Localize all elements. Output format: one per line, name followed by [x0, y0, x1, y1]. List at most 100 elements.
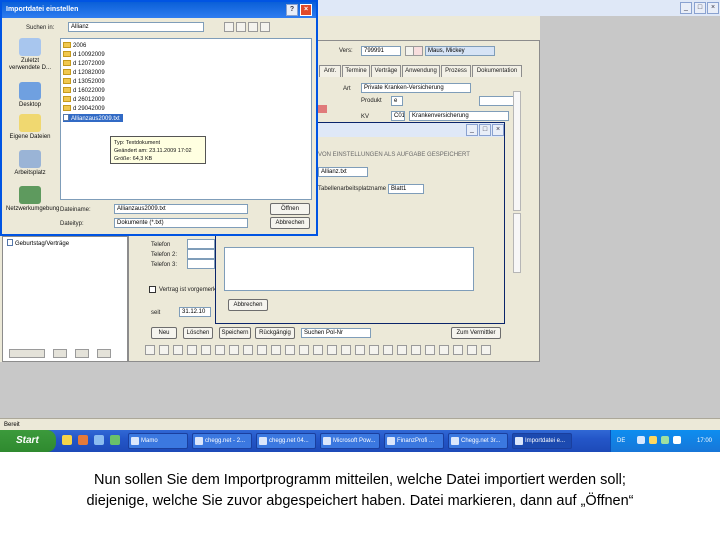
nav-icon[interactable]: [159, 345, 169, 355]
inner-abbrechen-button[interactable]: Abbrechen: [228, 299, 268, 311]
back-icon[interactable]: [224, 22, 234, 32]
quicklaunch-icon[interactable]: [62, 435, 72, 445]
tab-anwendung[interactable]: Anwendung: [402, 65, 440, 77]
nav-icon[interactable]: [383, 345, 393, 355]
file-list[interactable]: 2006 d 10092009 d 12072009 d 12082009 d …: [60, 38, 312, 200]
suchen-field[interactable]: Suchen Pol-Nr: [301, 328, 371, 338]
tray-icon[interactable]: [637, 436, 645, 444]
list-item-selected[interactable]: Allianzaus2009.txt: [63, 114, 123, 122]
open-button[interactable]: Öffnen: [270, 203, 310, 215]
close-icon[interactable]: ×: [300, 4, 312, 16]
list-item[interactable]: d 12082009: [63, 69, 105, 77]
scroll-strip[interactable]: [513, 91, 521, 211]
scroll-button[interactable]: [53, 349, 67, 358]
kv-desc-field[interactable]: Krankenversicherung: [409, 111, 509, 121]
lookin-select[interactable]: Allianz: [68, 22, 204, 32]
telefon-2-field[interactable]: [187, 249, 215, 259]
taskbar-item[interactable]: chegg.net - 2...: [192, 433, 252, 449]
list-item[interactable]: d 26012009: [63, 96, 105, 104]
telefon-field[interactable]: [187, 239, 215, 249]
nav-icon[interactable]: [355, 345, 365, 355]
scroll-button[interactable]: [75, 349, 89, 358]
list-item[interactable]: d 13052009: [63, 78, 105, 86]
nav-icon[interactable]: [257, 345, 267, 355]
quicklaunch-icon[interactable]: [78, 435, 88, 445]
place-my-computer[interactable]: Arbeitsplatz: [6, 150, 54, 177]
place-my-documents[interactable]: Eigene Dateien: [6, 114, 54, 141]
left-list-item[interactable]: Geburtstag/Verträge: [7, 239, 69, 248]
nav-icon[interactable]: [145, 345, 155, 355]
new-folder-icon[interactable]: [248, 22, 258, 32]
filetype-select[interactable]: Dokumente (*.txt): [114, 218, 248, 228]
cancel-button[interactable]: Abbrechen: [270, 217, 310, 229]
rueckgaengig-button[interactable]: Rückgängig: [255, 327, 295, 339]
name-field[interactable]: Maus, Mickey: [425, 46, 495, 56]
vorgemerkt-checkbox[interactable]: [149, 286, 156, 293]
nav-icon[interactable]: [467, 345, 477, 355]
nav-icon[interactable]: [299, 345, 309, 355]
taskbar-item[interactable]: FinanzProfi ...: [384, 433, 444, 449]
nav-icon[interactable]: [327, 345, 337, 355]
maximize-icon[interactable]: □: [479, 124, 491, 136]
kv-field[interactable]: C01: [391, 111, 405, 121]
toolbar-button[interactable]: [413, 46, 423, 56]
nav-icon[interactable]: [369, 345, 379, 355]
quicklaunch-icon[interactable]: [110, 435, 120, 445]
nav-icon[interactable]: [229, 345, 239, 355]
speichern-button[interactable]: Speichern: [219, 327, 251, 339]
tray-icon[interactable]: [649, 436, 657, 444]
tab-vertraege[interactable]: Verträge: [371, 65, 401, 77]
place-network[interactable]: Netzwerkumgebung: [6, 186, 59, 213]
nav-icon[interactable]: [313, 345, 323, 355]
list-item[interactable]: d 29042009: [63, 105, 105, 113]
close-icon[interactable]: ×: [707, 2, 719, 14]
nav-icon[interactable]: [425, 345, 435, 355]
zum-vermittler-button[interactable]: Zum Vermittler: [451, 327, 501, 339]
list-item[interactable]: d 10092009: [63, 51, 105, 59]
taskbar-item[interactable]: Mamo: [128, 433, 188, 449]
nav-icon[interactable]: [271, 345, 281, 355]
tray-icon[interactable]: [673, 436, 681, 444]
nav-icon[interactable]: [341, 345, 351, 355]
place-recent[interactable]: Zuletzt verwendete D...: [6, 38, 54, 72]
taskbar-item[interactable]: Microsoft Pow...: [320, 433, 380, 449]
place-desktop[interactable]: Desktop: [6, 82, 54, 109]
up-folder-icon[interactable]: [236, 22, 246, 32]
nav-icon[interactable]: [285, 345, 295, 355]
nav-icon[interactable]: [411, 345, 421, 355]
nav-icon[interactable]: [173, 345, 183, 355]
tab-antrag[interactable]: Antr.: [319, 65, 341, 77]
nav-icon[interactable]: [243, 345, 253, 355]
nav-icon[interactable]: [215, 345, 225, 355]
telefon-3-field[interactable]: [187, 259, 215, 269]
minimize-icon[interactable]: _: [466, 124, 478, 136]
tab-termine[interactable]: Termine: [342, 65, 370, 77]
taskbar-item[interactable]: Chegg.net 3r...: [448, 433, 508, 449]
nav-icon[interactable]: [187, 345, 197, 355]
filename-input[interactable]: Allianzaus2009.txt: [114, 204, 248, 214]
vers-field[interactable]: 799991: [361, 46, 401, 56]
nav-icon[interactable]: [201, 345, 211, 355]
tab-prozess[interactable]: Prozess: [441, 65, 471, 77]
taskbar-item[interactable]: chegg.net 04...: [256, 433, 316, 449]
produkt-extra-field[interactable]: [479, 96, 515, 106]
scroll-button[interactable]: [97, 349, 111, 358]
list-item[interactable]: d 16022009: [63, 87, 105, 95]
view-menu-icon[interactable]: [260, 22, 270, 32]
language-indicator[interactable]: DE: [617, 437, 625, 445]
seit-field[interactable]: 31.12.10: [179, 307, 211, 317]
log-area[interactable]: [224, 247, 474, 291]
art-field[interactable]: Private Kranken-Versicherung: [361, 83, 471, 93]
nav-icon[interactable]: [453, 345, 463, 355]
scroll-strip[interactable]: [513, 213, 521, 273]
nav-icon[interactable]: [439, 345, 449, 355]
maximize-icon[interactable]: □: [694, 2, 706, 14]
inner-file-field[interactable]: Allianz.txt: [318, 167, 368, 177]
tab-dokumentation[interactable]: Dokumentation: [472, 65, 522, 77]
start-button[interactable]: Start: [0, 430, 56, 452]
loeschen-button[interactable]: Löschen: [183, 327, 213, 339]
tabellen-field[interactable]: Blatt1: [388, 184, 424, 194]
produkt-field[interactable]: e: [391, 96, 403, 106]
taskbar-item-active[interactable]: Importdatei e...: [512, 433, 572, 449]
help-icon[interactable]: ?: [286, 4, 298, 16]
